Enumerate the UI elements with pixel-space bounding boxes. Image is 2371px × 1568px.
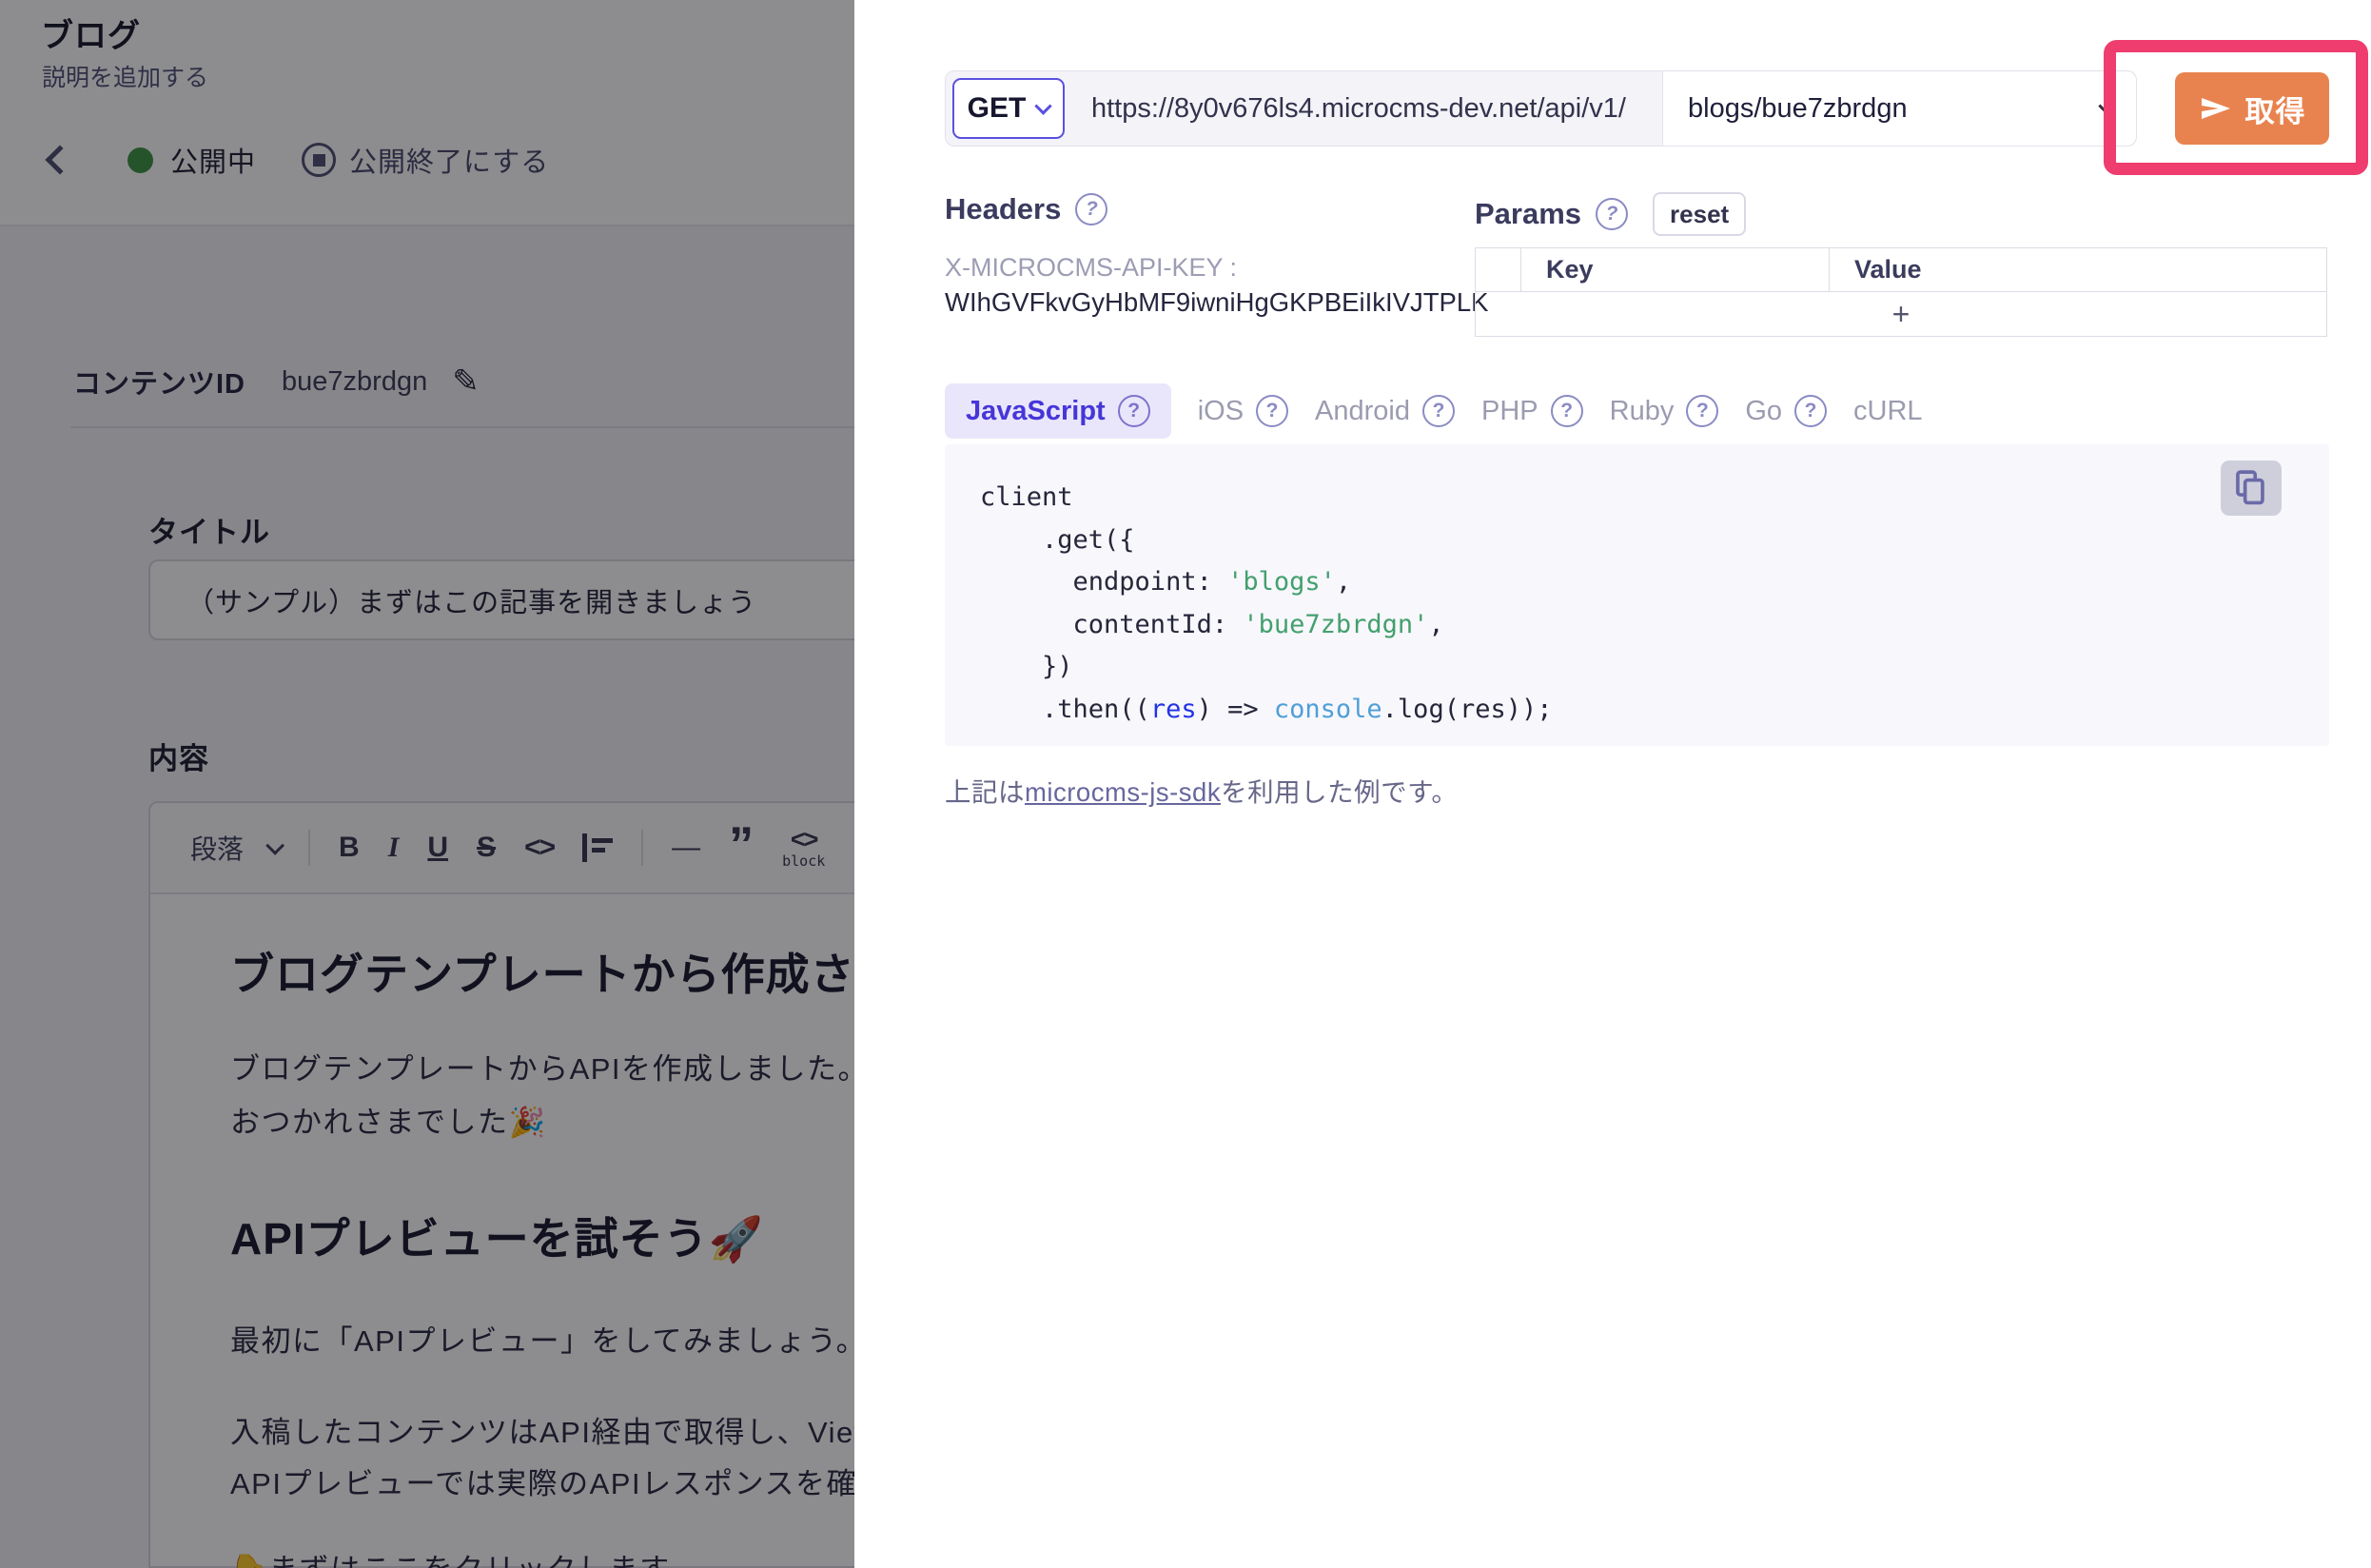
sdk-note-suffix: を利用した例です。	[1221, 777, 1458, 807]
plus-icon: +	[1892, 297, 1911, 332]
code-line: endpoint: 'blogs',	[980, 561, 1552, 604]
help-icon[interactable]: ?	[1256, 395, 1288, 427]
params-title: Params	[1475, 197, 1581, 231]
endpoint-value: blogs/bue7zbrdgn	[1688, 93, 1908, 125]
add-param-button[interactable]: +	[1476, 292, 2326, 336]
tab-ruby[interactable]: Ruby?	[1610, 395, 1719, 427]
tab-javascript[interactable]: JavaScript?	[945, 383, 1171, 439]
language-tabs: JavaScript?iOS?Android?PHP?Ruby?Go?cURL	[945, 382, 1923, 440]
copy-button[interactable]	[2221, 461, 2282, 516]
request-bar: GET https://8y0v676ls4.microcms-dev.net/…	[945, 70, 2137, 147]
modal-overlay[interactable]	[0, 0, 854, 1568]
help-icon[interactable]: ?	[1422, 395, 1455, 427]
sdk-link[interactable]: microcms-js-sdk	[1025, 777, 1221, 807]
chevron-down-icon	[2098, 97, 2115, 114]
tab-android[interactable]: Android?	[1315, 395, 1455, 427]
params-value-header: Value	[1830, 248, 2326, 291]
fetch-button[interactable]: 取得	[2175, 72, 2329, 145]
copy-icon	[2235, 470, 2267, 506]
code-line: .get({	[980, 519, 1552, 562]
base-url-text: https://8y0v676ls4.microcms-dev.net/api/…	[1091, 93, 1662, 125]
tab-label: cURL	[1853, 396, 1923, 427]
tab-php[interactable]: PHP?	[1481, 395, 1583, 427]
tab-curl[interactable]: cURL	[1853, 396, 1923, 427]
params-header-row: Key Value	[1476, 248, 2326, 292]
headers-title: Headers	[945, 192, 1061, 226]
sdk-note: 上記はmicrocms-js-sdkを利用した例です。	[945, 771, 1458, 809]
code-content: client .get({ endpoint: 'blogs', content…	[980, 477, 1552, 731]
endpoint-select[interactable]: blogs/bue7zbrdgn	[1662, 71, 2136, 146]
code-line: .then((res) => console.log(res));	[980, 689, 1552, 732]
code-line: client	[980, 477, 1552, 519]
params-select-column	[1476, 248, 1521, 291]
fetch-button-label: 取得	[2245, 88, 2306, 130]
tab-ios[interactable]: iOS?	[1198, 395, 1288, 427]
help-icon[interactable]: ?	[1551, 395, 1583, 427]
tab-label: Go	[1745, 396, 1782, 427]
code-line: contentId: 'bue7zbrdgn',	[980, 604, 1552, 647]
help-icon[interactable]: ?	[1596, 198, 1628, 230]
help-icon[interactable]: ?	[1686, 395, 1718, 427]
reset-button[interactable]: reset	[1653, 192, 1746, 236]
api-key-name: X-MICROCMS-API-KEY :	[945, 253, 1237, 283]
help-icon[interactable]: ?	[1118, 395, 1150, 427]
content-editor-page: ブログ 説明を追加する 公開中 公開終了にする コンテンツID bue7zbrd…	[0, 0, 854, 1568]
help-icon[interactable]: ?	[1794, 395, 1827, 427]
sdk-note-prefix: 上記は	[945, 777, 1025, 807]
params-table: Key Value +	[1475, 247, 2327, 337]
api-preview-modal: GET https://8y0v676ls4.microcms-dev.net/…	[854, 0, 2371, 1568]
tab-label: Android	[1315, 396, 1410, 427]
tab-label: Ruby	[1610, 396, 1675, 427]
code-line: })	[980, 646, 1552, 689]
question-glyph: ?	[1086, 198, 1098, 221]
tab-label: PHP	[1481, 396, 1538, 427]
tab-label: JavaScript	[966, 396, 1106, 427]
params-key-header: Key	[1521, 248, 1830, 291]
help-icon[interactable]: ?	[1075, 193, 1107, 225]
method-select[interactable]: GET	[952, 78, 1065, 139]
tab-go[interactable]: Go?	[1745, 395, 1827, 427]
chevron-down-icon	[1035, 97, 1052, 114]
tab-label: iOS	[1198, 396, 1244, 427]
send-icon	[2199, 95, 2233, 122]
method-value: GET	[968, 92, 1027, 125]
question-glyph: ?	[1606, 203, 1618, 225]
api-key-value: WIhGVFkvGyHbMF9iwniHgGKPBEiIkIVJTPLK	[945, 287, 1489, 318]
code-sample: client .get({ endpoint: 'blogs', content…	[945, 444, 2329, 746]
